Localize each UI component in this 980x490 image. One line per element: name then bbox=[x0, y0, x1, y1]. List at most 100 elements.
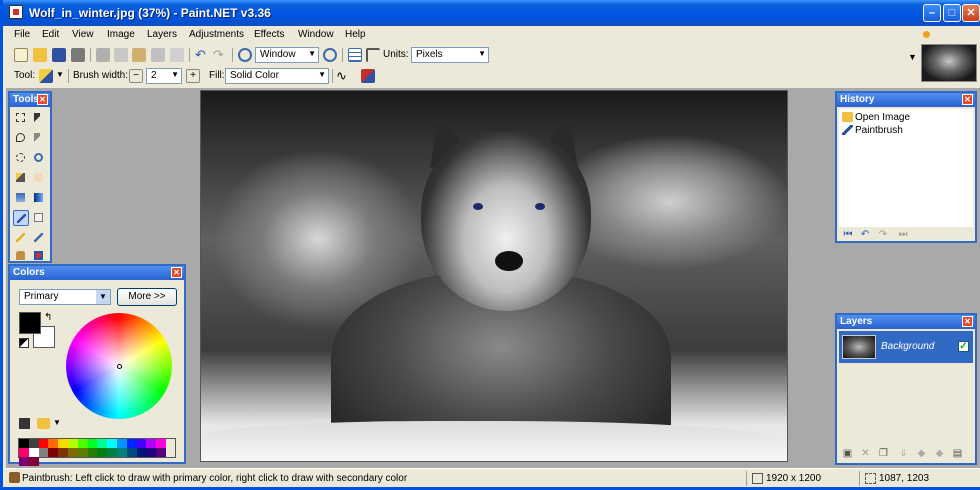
layers-panel-title[interactable]: Layers ✕ bbox=[837, 315, 975, 329]
redo-icon[interactable]: ↷ bbox=[213, 48, 227, 62]
merge-layer-down-icon[interactable]: ⇓ bbox=[897, 447, 910, 460]
open-folder-icon[interactable] bbox=[33, 48, 47, 62]
maximize-button[interactable]: □ bbox=[943, 4, 961, 22]
palette-swatch[interactable] bbox=[97, 439, 108, 448]
layer-visibility-checkbox[interactable]: ✓ bbox=[958, 341, 969, 352]
palette-swatch[interactable] bbox=[77, 439, 88, 448]
tools-panel-title[interactable]: Tools ✕ bbox=[10, 93, 50, 107]
copy-icon[interactable] bbox=[114, 48, 128, 62]
menu-window[interactable]: Window bbox=[298, 29, 334, 40]
zoom-select[interactable]: Window ▼ bbox=[255, 47, 319, 63]
antialiasing-icon[interactable]: ∿ bbox=[336, 69, 350, 83]
color-mode-select[interactable]: Primary ▼ bbox=[19, 289, 111, 305]
history-item-paintbrush[interactable]: Paintbrush bbox=[841, 124, 971, 137]
palette-swatch[interactable] bbox=[28, 448, 39, 457]
duplicate-layer-icon[interactable]: ❐ bbox=[877, 447, 890, 460]
swap-colors-icon[interactable]: ↰ bbox=[44, 312, 52, 323]
palette-swatch[interactable] bbox=[107, 439, 117, 448]
magic-wand-tool[interactable] bbox=[13, 170, 29, 186]
increase-width-icon[interactable]: + bbox=[186, 69, 200, 83]
palette-swatch[interactable] bbox=[116, 448, 127, 457]
close-icon[interactable]: ✕ bbox=[962, 94, 973, 105]
pencil-tool[interactable] bbox=[13, 230, 29, 246]
palette-swatch[interactable] bbox=[19, 439, 29, 448]
chevron-down-icon[interactable]: ▼ bbox=[56, 70, 64, 79]
palette-swatch[interactable] bbox=[136, 448, 147, 457]
rectangle-select-tool[interactable] bbox=[13, 110, 29, 126]
more-colors-button[interactable]: More >> bbox=[117, 288, 177, 306]
image-list-dropdown-icon[interactable]: ▼ bbox=[908, 52, 917, 62]
close-icon[interactable]: ✕ bbox=[37, 94, 48, 105]
undo-icon[interactable]: ↶ bbox=[859, 229, 871, 241]
blend-mode-icon[interactable] bbox=[361, 69, 375, 83]
menu-layers[interactable]: Layers bbox=[147, 29, 177, 40]
menu-view[interactable]: View bbox=[72, 29, 94, 40]
deselect-icon[interactable] bbox=[170, 48, 184, 62]
color-palette[interactable] bbox=[18, 438, 176, 466]
close-icon[interactable]: ✕ bbox=[962, 316, 973, 327]
brush-width-input[interactable]: 2 ▼ bbox=[146, 68, 182, 84]
palette-swatch[interactable] bbox=[156, 448, 166, 457]
palette-swatch[interactable] bbox=[19, 448, 29, 457]
new-file-icon[interactable] bbox=[14, 48, 28, 62]
title-bar[interactable]: Wolf_in_winter.jpg (37%) - Paint.NET v3.… bbox=[3, 0, 980, 26]
image-canvas[interactable] bbox=[200, 90, 788, 462]
recolor-tool[interactable] bbox=[31, 248, 47, 264]
save-icon[interactable] bbox=[52, 48, 66, 62]
zoom-in-icon[interactable] bbox=[323, 48, 337, 62]
close-icon[interactable]: ✕ bbox=[171, 267, 182, 278]
palette-swatch[interactable] bbox=[58, 448, 68, 457]
units-select[interactable]: Pixels ▼ bbox=[411, 47, 489, 63]
zoom-out-icon[interactable] bbox=[238, 48, 252, 62]
palette-swatch[interactable] bbox=[48, 448, 59, 457]
palette-swatch[interactable] bbox=[146, 439, 157, 448]
move-layer-up-icon[interactable]: ◆ bbox=[915, 447, 928, 460]
redo-icon[interactable]: ↷ bbox=[877, 229, 889, 241]
palette-swatch[interactable] bbox=[126, 439, 137, 448]
reset-colors-icon[interactable] bbox=[19, 338, 29, 348]
palette-swatch[interactable] bbox=[146, 448, 157, 457]
paintnet-app-icon[interactable] bbox=[9, 5, 23, 19]
menu-effects[interactable]: Effects bbox=[254, 29, 284, 40]
palette-swatch[interactable] bbox=[87, 439, 98, 448]
eraser-tool[interactable] bbox=[31, 210, 47, 226]
menu-image[interactable]: Image bbox=[107, 29, 135, 40]
color-wheel-marker[interactable] bbox=[117, 364, 122, 369]
palette-swatch[interactable] bbox=[87, 448, 98, 457]
move-selection-tool[interactable] bbox=[31, 130, 47, 146]
lasso-select-tool[interactable] bbox=[13, 130, 29, 146]
palette-swatch[interactable] bbox=[126, 448, 137, 457]
crop-to-selection-icon[interactable] bbox=[151, 48, 165, 62]
primary-color-swatch[interactable] bbox=[19, 312, 41, 334]
colors-panel-title[interactable]: Colors ✕ bbox=[10, 266, 184, 280]
pan-tool[interactable] bbox=[31, 170, 47, 186]
history-panel-title[interactable]: History ✕ bbox=[837, 93, 975, 107]
paste-icon[interactable] bbox=[132, 48, 146, 62]
palette-swatch[interactable] bbox=[67, 439, 78, 448]
palette-swatch[interactable] bbox=[97, 448, 108, 457]
delete-layer-icon[interactable]: ✕ bbox=[859, 447, 872, 460]
palette-swatch[interactable] bbox=[67, 448, 78, 457]
image-tab-thumbnail[interactable] bbox=[921, 44, 977, 82]
menu-file[interactable]: File bbox=[14, 29, 30, 40]
palette-swatch[interactable] bbox=[77, 448, 88, 457]
fill-select[interactable]: Solid Color ▼ bbox=[225, 68, 329, 84]
grid-toggle-icon[interactable] bbox=[348, 48, 362, 62]
clone-stamp-tool[interactable] bbox=[13, 248, 29, 264]
palette-swatch[interactable] bbox=[28, 457, 39, 466]
move-selected-pixels-tool[interactable] bbox=[31, 110, 47, 126]
decrease-width-icon[interactable]: − bbox=[129, 69, 143, 83]
palette-swatch[interactable] bbox=[48, 439, 59, 448]
rewind-history-icon[interactable]: ⏮ bbox=[842, 229, 854, 241]
palette-folder-icon[interactable] bbox=[37, 418, 50, 429]
cut-icon[interactable] bbox=[96, 48, 110, 62]
menu-adjustments[interactable]: Adjustments bbox=[189, 29, 244, 40]
undo-icon[interactable]: ↶ bbox=[195, 48, 209, 62]
move-layer-down-icon[interactable]: ◆ bbox=[933, 447, 946, 460]
rulers-toggle-icon[interactable] bbox=[366, 48, 380, 62]
palette-options-icon[interactable] bbox=[19, 418, 30, 429]
paint-bucket-tool[interactable] bbox=[13, 190, 29, 206]
zoom-tool[interactable] bbox=[31, 150, 47, 166]
palette-swatch[interactable] bbox=[28, 439, 39, 448]
layer-row-background[interactable]: Background ✓ bbox=[839, 331, 973, 363]
